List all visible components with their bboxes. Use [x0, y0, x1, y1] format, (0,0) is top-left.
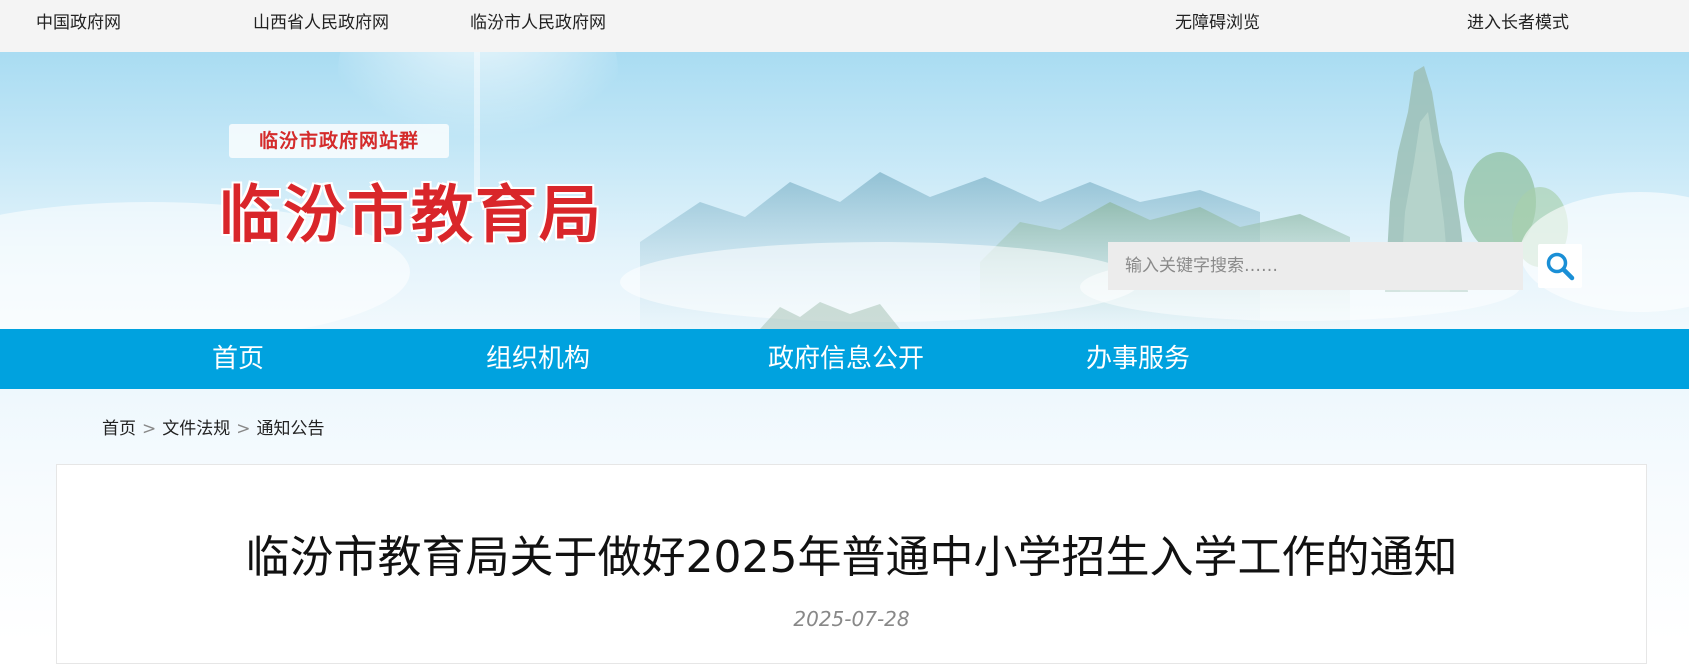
- breadcrumb: 首页 > 文件法规 > 通知公告: [102, 414, 325, 439]
- search-button[interactable]: [1538, 244, 1582, 288]
- article-panel: 临汾市教育局关于做好2025年普通中小学招生入学工作的通知 2025-07-28: [56, 464, 1647, 664]
- top-utility-bar: 中国政府网 山西省人民政府网 临汾市人民政府网 无障碍浏览 进入长者模式: [0, 0, 1689, 52]
- breadcrumb-notices[interactable]: 通知公告: [257, 419, 325, 439]
- link-china-gov[interactable]: 中国政府网: [36, 0, 121, 52]
- breadcrumb-separator: >: [236, 419, 251, 439]
- article-date: 2025-07-28: [793, 607, 910, 631]
- nav-item-gov-info[interactable]: 政府信息公开: [768, 329, 924, 389]
- nav-item-organization[interactable]: 组织机构: [486, 329, 590, 389]
- header-banner: 临汾市政府网站群 临汾市教育局: [0, 52, 1689, 329]
- accessibility-link[interactable]: 无障碍浏览: [1175, 0, 1260, 52]
- breadcrumb-regulations[interactable]: 文件法规: [162, 419, 230, 439]
- link-shanxi-gov[interactable]: 山西省人民政府网: [253, 0, 389, 52]
- main-nav: 首页 组织机构 政府信息公开 办事服务: [0, 329, 1689, 389]
- link-linfen-gov[interactable]: 临汾市人民政府网: [470, 0, 606, 52]
- nav-item-home[interactable]: 首页: [212, 329, 264, 389]
- elder-mode-link[interactable]: 进入长者模式: [1467, 0, 1569, 52]
- magnifier-icon: [1546, 252, 1575, 281]
- nav-item-services[interactable]: 办事服务: [1086, 329, 1190, 389]
- breadcrumb-home[interactable]: 首页: [102, 419, 136, 439]
- site-title-logo[interactable]: 临汾市教育局: [219, 164, 603, 254]
- article-title: 临汾市教育局关于做好2025年普通中小学招生入学工作的通知: [245, 532, 1458, 583]
- breadcrumb-separator: >: [142, 419, 157, 439]
- site-group-badge: 临汾市政府网站群: [229, 124, 449, 158]
- search-input[interactable]: [1108, 242, 1523, 290]
